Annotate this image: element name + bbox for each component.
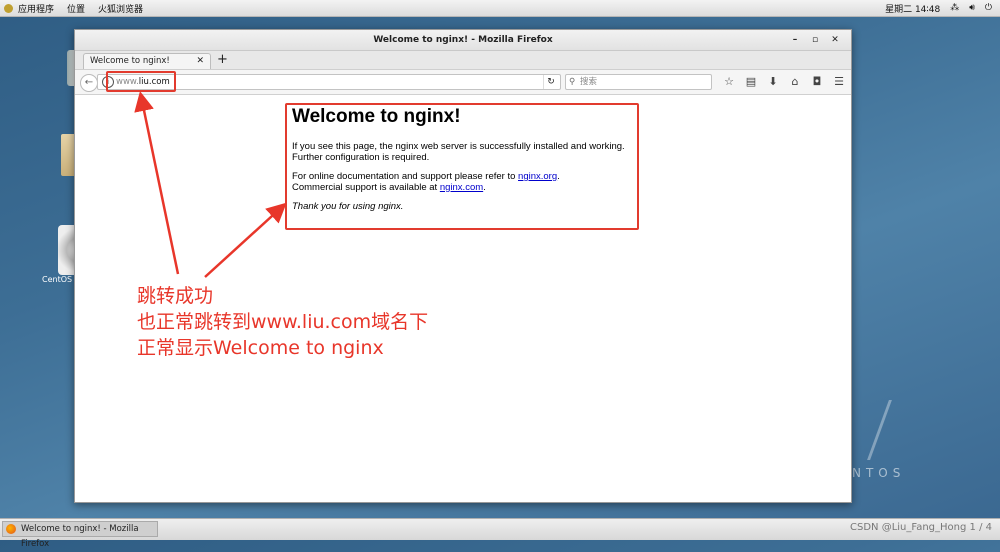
annotation-line-3: 正常显示Welcome to nginx <box>137 337 384 359</box>
volume-icon[interactable]: 🔊︎ <box>969 3 975 13</box>
tab-label: Welcome to nginx! <box>90 56 170 66</box>
minimize-button[interactable]: – <box>785 30 805 50</box>
taskbar-firefox-item[interactable]: Welcome to nginx! - Mozilla Firefox <box>2 521 158 549</box>
menu-icon[interactable]: ☰ <box>828 74 850 90</box>
navigation-toolbar: ← i www.liu.com ↻ ⚲ 搜索 ☆ ▤ ⬇ ⌂ ◘ ☰ <box>75 70 851 95</box>
maximize-button[interactable]: ▫ <box>805 30 825 50</box>
window-title: Welcome to nginx! - Mozilla Firefox <box>373 35 553 45</box>
places-menu[interactable]: 位置 <box>67 2 85 15</box>
url-highlight-box <box>106 71 176 92</box>
network-icon[interactable]: ⁂ <box>950 3 959 13</box>
clock[interactable]: 星期二 14∶48 <box>885 2 940 15</box>
back-button[interactable]: ← <box>80 74 98 92</box>
search-input[interactable]: ⚲ 搜索 <box>565 74 712 90</box>
watermark-text: CSDN @Liu_Fang_Hong 1 / 4 <box>850 522 992 533</box>
tab-welcome[interactable]: Welcome to nginx! ✕ <box>83 53 211 69</box>
search-placeholder: 搜索 <box>580 77 598 87</box>
top-panel: 应用程序 位置 火狐浏览器 星期二 14∶48 ⁂ 🔊︎ ⏻ <box>0 0 1000 17</box>
applications-icon <box>4 3 13 13</box>
pocket-icon[interactable]: ◘ <box>806 74 828 90</box>
downloads-icon[interactable]: ⬇ <box>762 74 784 90</box>
power-icon[interactable]: ⏻ <box>985 3 992 13</box>
reading-list-icon[interactable]: ▤ <box>740 74 762 90</box>
centos-brand-text: NTOS <box>852 466 906 480</box>
bookmark-star-icon[interactable]: ☆ <box>718 74 740 90</box>
firefox-window: Welcome to nginx! - Mozilla Firefox – ▫ … <box>74 29 852 503</box>
content-highlight-box <box>285 103 639 230</box>
annotation-line-1: 跳转成功 <box>137 285 214 307</box>
search-icon: ⚲ <box>569 77 576 87</box>
annotation-line-2: 也正常跳转到www.liu.com域名下 <box>137 311 429 333</box>
reload-icon[interactable]: ↻ <box>543 75 558 89</box>
home-icon[interactable]: ⌂ <box>784 74 806 90</box>
applications-menu[interactable]: 应用程序 <box>4 2 54 15</box>
bottom-panel: Welcome to nginx! - Mozilla Firefox CSDN… <box>0 518 1000 549</box>
tab-close-icon[interactable]: ✕ <box>196 54 204 69</box>
firefox-app-menu[interactable]: 火狐浏览器 <box>98 2 143 15</box>
tab-strip: Welcome to nginx! ✕ + <box>75 51 851 70</box>
taskbar-item-label: Welcome to nginx! - Mozilla Firefox <box>21 524 139 549</box>
annotation-text: 跳转成功 也正常跳转到www.liu.com域名下 正常显示Welcome to… <box>137 283 428 361</box>
workspace-pager[interactable]: 1 / 4 <box>970 522 992 533</box>
firefox-icon <box>6 524 16 534</box>
window-titlebar[interactable]: Welcome to nginx! - Mozilla Firefox – ▫ … <box>75 30 851 51</box>
close-window-button[interactable]: ✕ <box>825 30 845 50</box>
watermark-author: CSDN @Liu_Fang_Hong <box>850 522 967 533</box>
new-tab-button[interactable]: + <box>217 52 228 68</box>
